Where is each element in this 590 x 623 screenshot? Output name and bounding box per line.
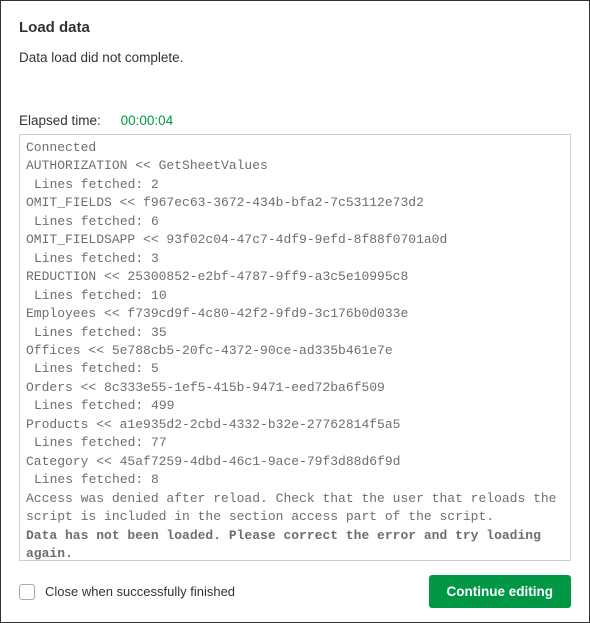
log-line: OMIT_FIELDSAPP << 93f02c04-47c7-4df9-9ef…: [26, 231, 562, 249]
log-output[interactable]: ConnectedAUTHORIZATION << GetSheetValues…: [20, 135, 570, 560]
elapsed-time-label: Elapsed time:: [19, 113, 101, 128]
log-line: AUTHORIZATION << GetSheetValues: [26, 157, 562, 175]
log-line: Lines fetched: 77: [26, 434, 562, 452]
log-line: Orders << 8c333e55-1ef5-415b-9471-eed72b…: [26, 379, 562, 397]
status-message: Data load did not complete.: [19, 50, 571, 65]
log-line: Lines fetched: 3: [26, 250, 562, 268]
log-line: Category << 45af7259-4dbd-46c1-9ace-79f3…: [26, 453, 562, 471]
log-line: Employees << f739cd9f-4c80-42f2-9fd9-3c1…: [26, 305, 562, 323]
log-line: Lines fetched: 2: [26, 176, 562, 194]
load-data-dialog: Load data Data load did not complete. El…: [0, 0, 590, 623]
checkbox-label: Close when successfully finished: [45, 584, 235, 599]
log-line: Products << a1e935d2-2cbd-4332-b32e-2776…: [26, 416, 562, 434]
log-line: Access was denied after reload. Check th…: [26, 490, 562, 527]
elapsed-time-row: Elapsed time: 00:00:04: [19, 113, 571, 128]
log-line: Offices << 5e788cb5-20fc-4372-90ce-ad335…: [26, 342, 562, 360]
log-output-container: ConnectedAUTHORIZATION << GetSheetValues…: [19, 134, 571, 561]
log-line: Lines fetched: 5: [26, 360, 562, 378]
log-line: Lines fetched: 10: [26, 287, 562, 305]
log-line: OMIT_FIELDS << f967ec63-3672-434b-bfa2-7…: [26, 194, 562, 212]
log-line: Lines fetched: 6: [26, 213, 562, 231]
dialog-title: Load data: [19, 19, 571, 36]
close-when-finished-checkbox[interactable]: Close when successfully finished: [19, 584, 235, 600]
log-line: Lines fetched: 8: [26, 471, 562, 489]
elapsed-time-value: 00:00:04: [121, 113, 174, 128]
log-line: REDUCTION << 25300852-e2bf-4787-9ff9-a3c…: [26, 268, 562, 286]
continue-editing-button[interactable]: Continue editing: [429, 575, 571, 608]
log-line: Connected: [26, 139, 562, 157]
checkbox-box[interactable]: [19, 584, 35, 600]
log-line: Data has not been loaded. Please correct…: [26, 527, 562, 560]
log-line: Lines fetched: 35: [26, 324, 562, 342]
dialog-footer: Close when successfully finished Continu…: [19, 561, 571, 608]
log-line: Lines fetched: 499: [26, 397, 562, 415]
